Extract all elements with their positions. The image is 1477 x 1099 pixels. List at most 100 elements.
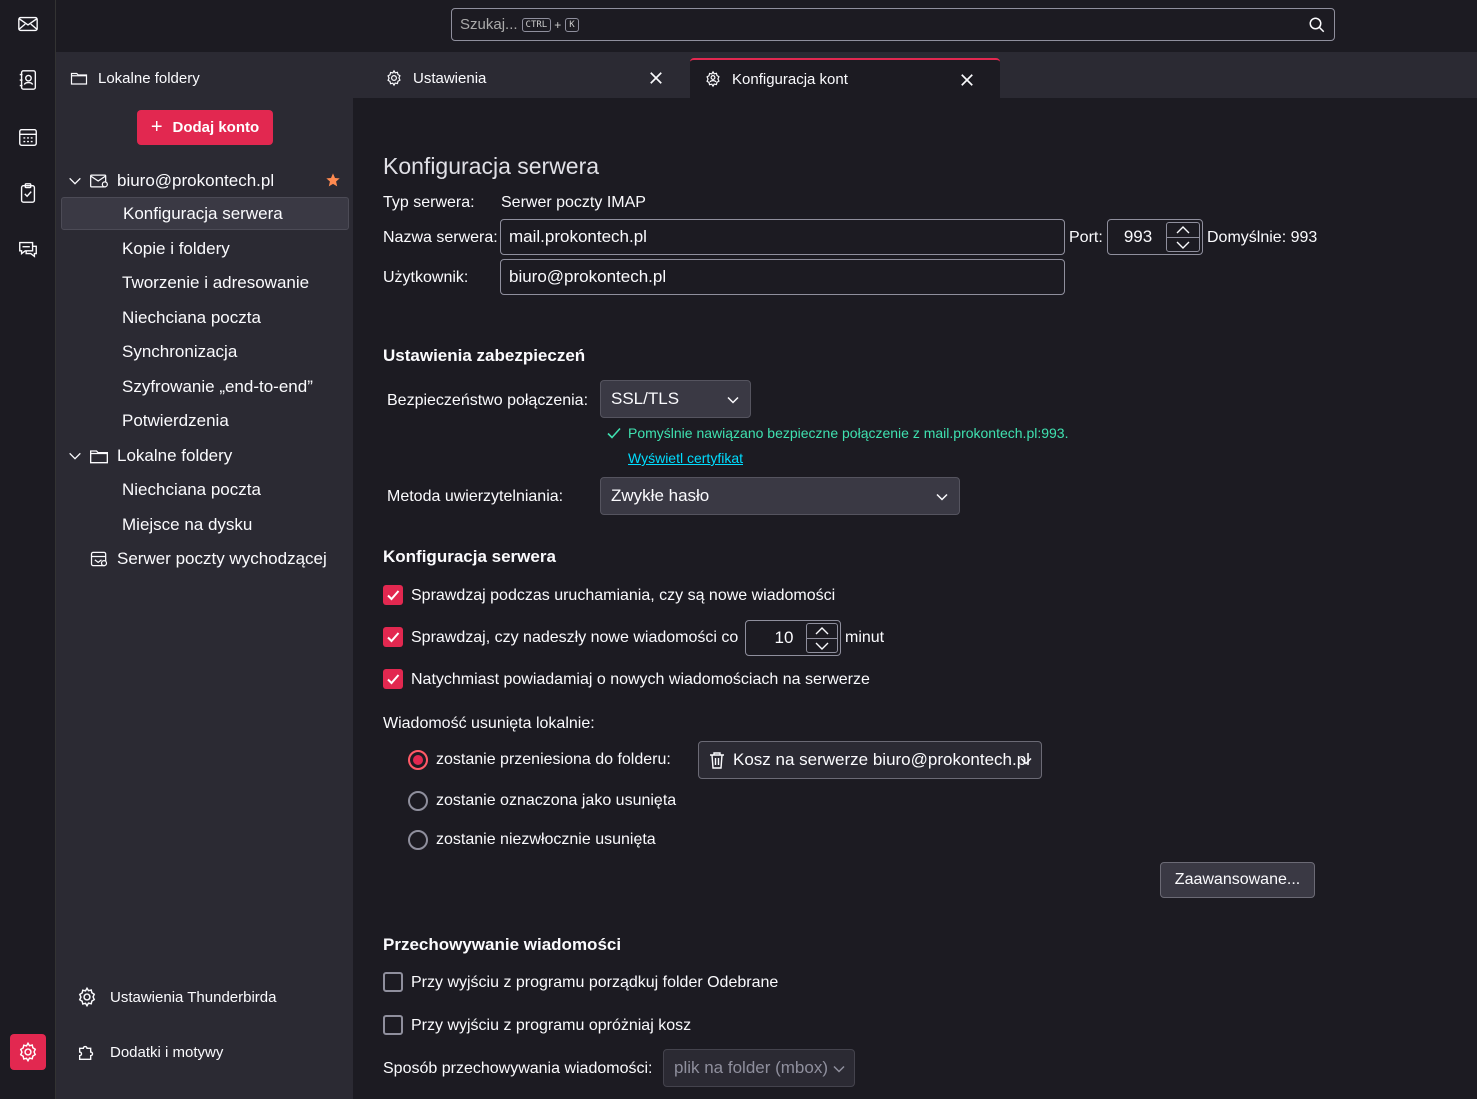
- outgoing-server-icon: [90, 551, 108, 566]
- storage-type-label: Sposób przechowywania wiadomości:: [383, 1060, 653, 1077]
- connection-security-select[interactable]: SSL/TLS: [600, 380, 751, 418]
- minutes-label: minut: [845, 629, 885, 646]
- mark-deleted-label: zostanie oznaczona jako usunięta: [436, 792, 677, 809]
- spaces-toolbar: [0, 0, 56, 1099]
- mail-icon: [18, 16, 38, 32]
- cleanup-inbox-checkbox[interactable]: [383, 972, 403, 992]
- calendar-space-button[interactable]: [10, 119, 46, 155]
- server-name-label: Nazwa serwera:: [383, 229, 498, 246]
- trash-folder-select[interactable]: Kosz na serwerze biuro@prokontech.pl: [698, 741, 1042, 779]
- chat-space-button[interactable]: [10, 231, 46, 267]
- chevron-down-icon[interactable]: [815, 641, 829, 651]
- server-type-value: Serwer poczty IMAP: [501, 194, 646, 211]
- tree-item-label: Miejsce na dysku: [122, 514, 253, 534]
- tree-item-receipts[interactable]: Potwierdzenia: [61, 404, 349, 437]
- storage-type-value: plik na folder (mbox): [674, 1058, 829, 1077]
- gear-icon: [78, 986, 96, 1008]
- chevron-down-icon[interactable]: [67, 173, 83, 189]
- account-label: biuro@prokontech.pl: [117, 170, 275, 190]
- settings-space-button[interactable]: [10, 1034, 46, 1070]
- checkmark-icon: [387, 632, 400, 643]
- move-to-folder-radio[interactable]: [408, 750, 428, 770]
- check-on-startup-checkbox[interactable]: [383, 585, 403, 605]
- tab-label: Ustawienia: [413, 69, 487, 87]
- mail-space-button[interactable]: [10, 6, 46, 42]
- connection-security-label: Bezpieczeństwo połączenia:: [387, 392, 589, 409]
- search-input[interactable]: Szukaj... CTRL + K: [451, 8, 1335, 41]
- chevron-down-icon: [833, 1065, 845, 1073]
- gear-icon: [19, 1041, 37, 1063]
- chevron-up-icon[interactable]: [815, 626, 829, 636]
- folder-icon: [70, 72, 88, 85]
- tab-label: Konfiguracja kont: [732, 70, 848, 88]
- tasks-space-button[interactable]: [10, 175, 46, 211]
- push-notify-checkbox[interactable]: [383, 669, 403, 689]
- close-icon[interactable]: [958, 71, 976, 89]
- tree-item-label: Niechciana poczta: [122, 479, 261, 499]
- success-text: Pomyślnie nawiązano bezpieczne połączeni…: [628, 425, 1069, 441]
- tree-account-row[interactable]: biuro@prokontech.pl: [61, 164, 349, 197]
- top-bar: Szukaj... CTRL + K: [56, 0, 1477, 52]
- tab-strip: Lokalne foldery Ustawienia Konfiguracja …: [56, 52, 1477, 98]
- connection-success-message: Pomyślnie nawiązano bezpieczne połączeni…: [606, 425, 1068, 441]
- add-account-label: Dodaj konto: [172, 119, 260, 136]
- checkmark-icon: [607, 427, 621, 439]
- addons-link[interactable]: Dodatki i motywy: [76, 1041, 223, 1063]
- server-name-input[interactable]: mail.prokontech.pl: [500, 219, 1065, 255]
- port-label: Port:: [1069, 229, 1103, 246]
- tree-item-junk[interactable]: Niechciana poczta: [61, 301, 349, 334]
- tree-item-local-junk[interactable]: Niechciana poczta: [61, 473, 349, 506]
- port-stepper-arrows[interactable]: [1166, 222, 1200, 252]
- tree-item-disk-space[interactable]: Miejsce na dysku: [61, 508, 349, 541]
- tree-item-copies-folders[interactable]: Kopie i foldery: [61, 232, 349, 265]
- tree-item-sync[interactable]: Synchronizacja: [61, 335, 349, 368]
- tree-item-e2e[interactable]: Szyfrowanie „end-to-end”: [61, 370, 349, 403]
- tree-smtp-row[interactable]: Serwer poczty wychodzącej: [61, 542, 349, 575]
- plus-icon: +: [150, 116, 163, 138]
- shortcut-key-k: K: [565, 17, 579, 32]
- chevron-up-icon[interactable]: [1176, 225, 1190, 235]
- delete-immediately-radio[interactable]: [408, 830, 428, 850]
- thunderbird-settings-label: Ustawienia Thunderbirda: [110, 988, 277, 1006]
- tab-settings[interactable]: Ustawienia: [371, 58, 689, 98]
- thunderbird-settings-link[interactable]: Ustawienia Thunderbirda: [76, 986, 277, 1008]
- account-tree-sidebar: + Dodaj konto biuro@prokontech.pl Konfig…: [56, 98, 353, 1099]
- check-every-checkbox[interactable]: [383, 627, 403, 647]
- gear-icon: [387, 69, 401, 87]
- deleted-message-label: Wiadomość usunięta lokalnie:: [383, 715, 595, 732]
- tree-item-server-settings[interactable]: Konfiguracja serwera: [61, 197, 349, 230]
- tab-account-settings[interactable]: Konfiguracja kont: [690, 58, 1000, 98]
- storage-type-select: plik na folder (mbox): [663, 1049, 855, 1087]
- port-stepper[interactable]: 993: [1107, 219, 1203, 255]
- empty-trash-checkbox[interactable]: [383, 1015, 403, 1035]
- close-icon[interactable]: [647, 69, 665, 87]
- view-certificate-link[interactable]: Wyświetl certyfikat: [628, 450, 743, 466]
- tab-local-folders[interactable]: Lokalne foldery: [56, 58, 366, 98]
- chevron-down-icon[interactable]: [67, 448, 83, 464]
- search-placeholder: Szukaj...: [460, 16, 518, 33]
- security-heading: Ustawienia zabezpieczeń: [383, 346, 586, 365]
- chevron-down-icon: [727, 396, 739, 404]
- mail-account-icon: [90, 174, 108, 187]
- move-to-folder-label: zostanie przeniesiona do folderu:: [436, 751, 671, 768]
- check-interval-arrows[interactable]: [806, 623, 838, 653]
- address-book-icon: [19, 70, 37, 90]
- chevron-down-icon[interactable]: [1176, 240, 1190, 250]
- smtp-label: Serwer poczty wychodzącej: [117, 548, 327, 568]
- auth-method-value: Zwykłe hasło: [611, 486, 710, 505]
- advanced-button[interactable]: Zaawansowane...: [1160, 862, 1315, 898]
- tree-item-label: Potwierdzenia: [122, 410, 229, 430]
- tree-local-folders-row[interactable]: Lokalne foldery: [61, 439, 349, 472]
- check-interval-stepper[interactable]: 10: [745, 620, 841, 656]
- add-account-button[interactable]: + Dodaj konto: [137, 110, 273, 145]
- tree-item-composition[interactable]: Tworzenie i adresowanie: [61, 266, 349, 299]
- address-book-space-button[interactable]: [10, 62, 46, 98]
- auth-method-select[interactable]: Zwykłe hasło: [600, 477, 960, 515]
- mark-deleted-radio[interactable]: [408, 791, 428, 811]
- user-input[interactable]: biuro@prokontech.pl: [500, 259, 1065, 295]
- server-settings-heading: Konfiguracja serwera: [383, 547, 556, 566]
- chat-icon: [19, 241, 37, 258]
- addons-label: Dodatki i motywy: [110, 1043, 224, 1061]
- search-icon[interactable]: [1308, 16, 1326, 34]
- connection-security-value: SSL/TLS: [611, 389, 680, 408]
